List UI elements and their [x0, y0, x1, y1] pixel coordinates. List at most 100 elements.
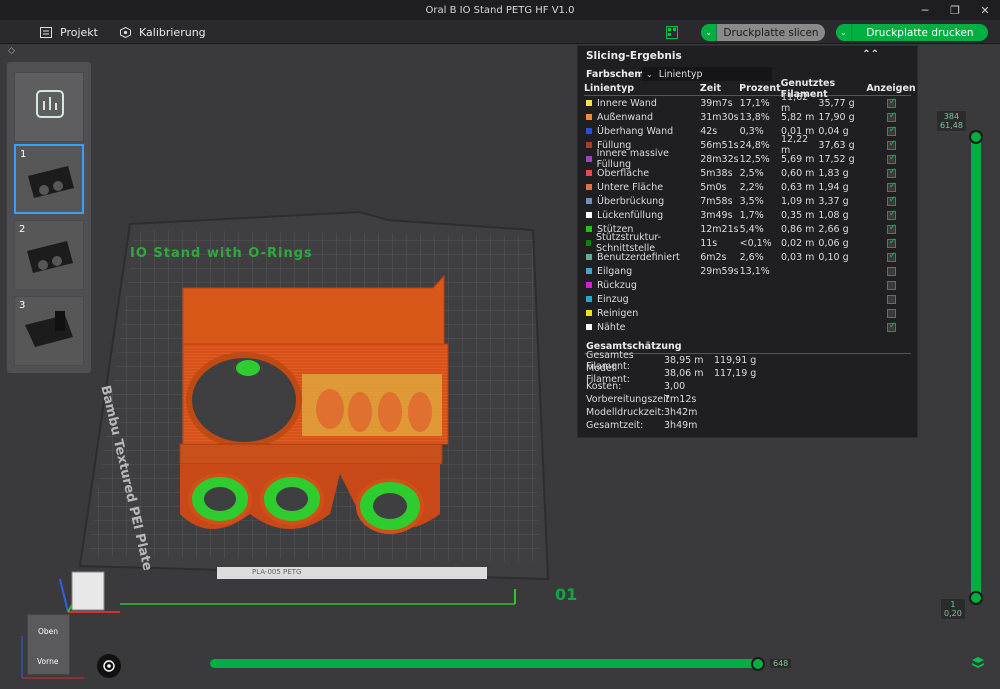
- row-time: 42s: [700, 125, 718, 137]
- show-checkbox[interactable]: [886, 111, 896, 122]
- show-checkbox[interactable]: [886, 167, 896, 178]
- show-checkbox[interactable]: [886, 223, 896, 234]
- slice-dropdown-chevron-icon[interactable]: ⌄: [701, 24, 717, 41]
- top-layer-number: 384: [943, 112, 960, 121]
- row-type: Reinigen: [584, 308, 700, 319]
- row-time: 39m7s: [700, 97, 733, 109]
- line-type-swatch: [586, 212, 592, 218]
- results-table-row: Eilgang 29m59s 13,1%: [584, 264, 911, 278]
- row-weight: 1,94 g: [818, 181, 849, 193]
- estimate-value: 3h49m: [664, 420, 698, 431]
- thumbnail-number: 3: [19, 300, 26, 311]
- close-icon[interactable]: ✕: [970, 0, 1000, 20]
- layers-button[interactable]: [971, 656, 985, 673]
- show-checkbox[interactable]: [886, 237, 896, 248]
- results-table-row: Reinigen: [584, 306, 911, 320]
- row-type-label: Einzug: [597, 293, 629, 305]
- results-table-row: Überbrückung 7m58s 3,5% 1,09 m 3,37 g: [584, 194, 911, 208]
- collapse-panel-icon[interactable]: ◇: [8, 46, 15, 56]
- row-show: [872, 195, 911, 206]
- row-weight: 0,04 g: [818, 125, 849, 137]
- row-weight: 17,90 g: [818, 111, 855, 123]
- row-length: 0,63 m: [780, 181, 815, 193]
- show-checkbox[interactable]: [886, 153, 896, 164]
- plate-thumbnail-2[interactable]: 2: [14, 220, 84, 290]
- plate-thumbnail-all[interactable]: [14, 72, 84, 142]
- plate-overview-icon[interactable]: [666, 26, 678, 39]
- move-slider-track[interactable]: [210, 659, 763, 668]
- row-time: 28m32s: [700, 153, 739, 165]
- color-scheme-select[interactable]: ⌄ Linientyp: [642, 67, 772, 81]
- row-show: [872, 209, 911, 220]
- print-plate-button[interactable]: ⌄ Druckplatte drucken: [836, 24, 988, 41]
- row-type-label: Reinigen: [597, 307, 639, 319]
- line-type-swatch: [586, 100, 592, 106]
- bottom-layer-number: 1: [950, 600, 956, 609]
- show-checkbox[interactable]: [886, 139, 896, 150]
- row-show: [872, 139, 911, 150]
- row-time: 12m21s: [700, 223, 739, 235]
- show-checkbox[interactable]: [886, 97, 896, 108]
- row-type: Überhang Wand: [584, 126, 700, 137]
- project-menu[interactable]: Projekt: [40, 23, 98, 41]
- project-label: Projekt: [60, 25, 98, 39]
- layer-slider-top-handle[interactable]: [969, 130, 983, 144]
- minimize-icon[interactable]: ─: [910, 0, 940, 20]
- line-type-swatch: [586, 240, 592, 246]
- print-plate-label: Druckplatte drucken: [866, 26, 974, 39]
- show-checkbox[interactable]: [886, 308, 896, 318]
- row-type-label: Untere Fläche: [597, 181, 664, 193]
- row-length: 5,82 m: [780, 111, 815, 123]
- row-show: [872, 167, 911, 178]
- line-type-swatch: [586, 310, 592, 316]
- estimate-body: Gesamtes Filament: 38,95 m 119,91 g Modell …: [578, 350, 917, 432]
- plate-thumbnail-1[interactable]: 1: [14, 144, 84, 214]
- results-table-row: Lückenfüllung 3m49s 1,7% 0,35 m 1,08 g: [584, 208, 911, 222]
- row-length: 5,69 m: [780, 153, 815, 165]
- plate-thumbnail-3[interactable]: 3: [14, 296, 84, 366]
- thumbnail-number: 2: [19, 224, 26, 235]
- slicing-results-title: Slicing-Ergebnis: [586, 50, 682, 62]
- row-type: Außenwand: [584, 112, 700, 123]
- slicing-results-header: Slicing-Ergebnis ⌃⌃: [578, 46, 917, 66]
- plate-filament-text: PLA-005 PETG: [252, 568, 302, 576]
- maximize-icon[interactable]: ❐: [940, 0, 970, 20]
- row-type: Untere Fläche: [584, 182, 700, 193]
- slice-plate-button[interactable]: ⌄ Druckplatte slicen: [701, 24, 825, 41]
- show-checkbox[interactable]: [886, 294, 896, 304]
- estimate-key: Gesamtzeit:: [586, 420, 644, 431]
- row-type-label: Rückzug: [597, 279, 637, 291]
- layer-slider-bottom-handle[interactable]: [969, 591, 983, 605]
- camera-icon: [103, 660, 115, 672]
- estimate-value: 7m12s: [664, 394, 697, 405]
- print-dropdown-chevron-icon[interactable]: ⌄: [836, 24, 852, 41]
- row-percent: <0,1%: [739, 237, 772, 249]
- estimate-row: Kosten: 3,00: [584, 380, 911, 393]
- show-checkbox[interactable]: [886, 251, 896, 262]
- show-checkbox[interactable]: [886, 209, 896, 220]
- layers-icon: [972, 657, 984, 668]
- move-slider-handle[interactable]: [751, 657, 765, 671]
- move-slider-value: 648: [770, 659, 792, 668]
- collapse-chevron-icon[interactable]: ⌃⌃: [862, 49, 879, 60]
- calibration-menu[interactable]: Kalibrierung: [119, 23, 206, 41]
- show-checkbox[interactable]: [886, 181, 896, 192]
- row-type: Innere Wand: [584, 98, 700, 109]
- row-show: [872, 321, 911, 332]
- row-type-label: Eilgang: [597, 265, 633, 277]
- estimate-value: 38,95 m: [664, 355, 704, 366]
- layer-slider-track[interactable]: [971, 133, 981, 601]
- estimate-value: 3h42m: [664, 407, 698, 418]
- camera-reset-button[interactable]: [97, 654, 121, 678]
- row-show: [872, 97, 911, 108]
- bottom-layer-height: 0,20: [944, 609, 962, 618]
- show-checkbox[interactable]: [886, 125, 896, 136]
- header-percent: Prozent: [739, 83, 781, 94]
- row-weight: 2,66 g: [818, 223, 849, 235]
- row-type: Eilgang: [584, 266, 700, 277]
- show-checkbox[interactable]: [886, 195, 896, 206]
- show-checkbox[interactable]: [886, 321, 896, 332]
- results-table-row: Untere Fläche 5m0s 2,2% 0,63 m 1,94 g: [584, 180, 911, 194]
- show-checkbox[interactable]: [886, 266, 896, 276]
- show-checkbox[interactable]: [886, 280, 896, 290]
